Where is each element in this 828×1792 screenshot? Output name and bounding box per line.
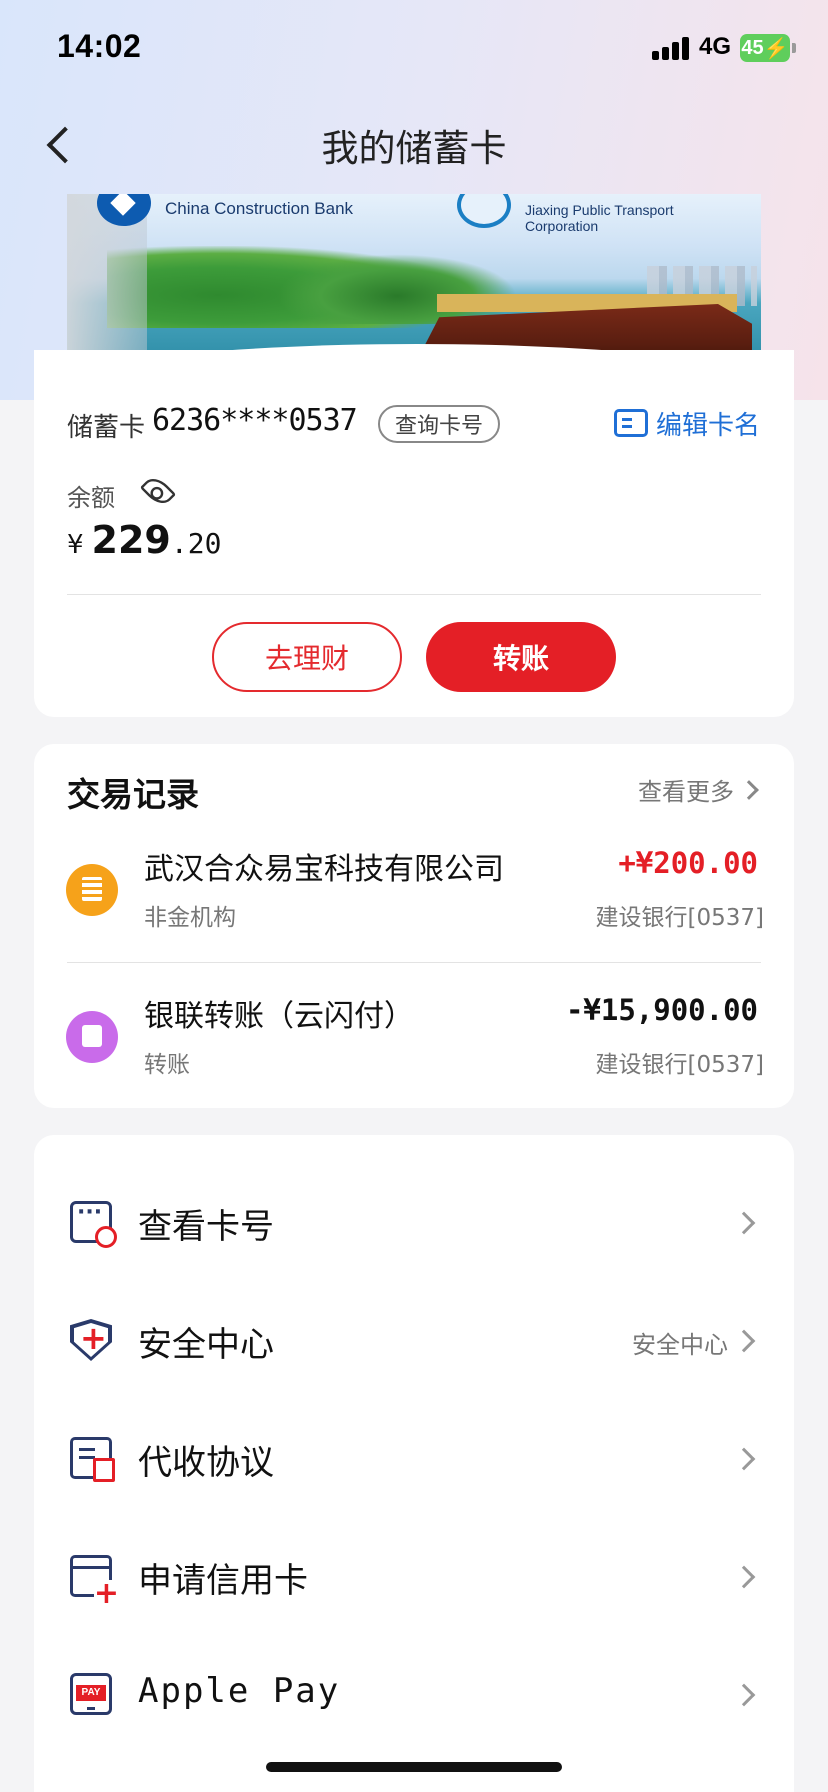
card-logos: China Construction Bank Jiaxing Public T… <box>97 194 747 234</box>
transaction-amount: +¥200.00 <box>618 846 758 880</box>
balance-integer: 229 <box>91 518 171 562</box>
building-icon <box>66 864 118 916</box>
partner-name-en: Jiaxing Public Transport Corporation <box>525 202 674 234</box>
battery-nub <box>792 43 796 53</box>
transaction-account: 建设银行[0537] <box>595 1052 764 1078</box>
transaction-row[interactable]: 银联转账（云闪付） 转账 -¥15,900.00 建设银行[0537] <box>34 973 794 1103</box>
transaction-category: 非金机构 <box>144 905 236 931</box>
transaction-account: 建设银行[0537] <box>595 905 764 931</box>
transaction-amount: -¥15,900.00 <box>565 993 758 1027</box>
chevron-right-icon <box>732 1447 756 1471</box>
battery-icon: 45 ⚡ <box>740 34 790 62</box>
chevron-right-icon <box>732 1683 756 1707</box>
divider <box>67 594 761 595</box>
menu-item-view-card-number[interactable]: 查看卡号 <box>34 1165 794 1283</box>
currency-symbol: ¥ <box>67 530 84 560</box>
chevron-right-icon <box>732 1211 756 1235</box>
menu-item-label: 申请信用卡 <box>138 1561 308 1601</box>
transaction-merchant: 武汉合众易宝科技有限公司 <box>144 852 504 887</box>
menu-item-label: 查看卡号 <box>138 1207 274 1247</box>
network-type: 4G <box>699 33 732 60</box>
home-indicator[interactable] <box>266 1762 562 1772</box>
transfer-button[interactable]: 转账 <box>426 622 616 692</box>
view-more-link[interactable]: 查看更多 <box>638 772 759 807</box>
transactions-title: 交易记录 <box>67 775 199 814</box>
eye-icon[interactable] <box>139 472 177 510</box>
invest-button[interactable]: 去理财 <box>212 622 402 692</box>
balance-amount: ¥ 229 .20 <box>67 518 221 562</box>
battery-level: 45 <box>741 36 764 59</box>
query-card-number-button[interactable]: 查询卡号 <box>378 405 500 443</box>
edit-card-name-button[interactable]: 编辑卡名 <box>614 406 761 441</box>
transactions-panel: 交易记录 查看更多 武汉合众易宝科技有限公司 非金机构 +¥200.00 建设银… <box>34 744 794 1108</box>
account-type-label: 储蓄卡 <box>67 413 146 443</box>
transaction-merchant: 银联转账（云闪付） <box>144 999 414 1034</box>
transport-logo-icon <box>457 194 511 228</box>
edit-icon <box>614 409 648 437</box>
edit-card-name-label: 编辑卡名 <box>656 410 761 441</box>
balance-label: 余额 <box>67 484 115 512</box>
transaction-row[interactable]: 武汉合众易宝科技有限公司 非金机构 +¥200.00 建设银行[0537] <box>34 826 794 956</box>
services-menu: 查看卡号 安全中心 安全中心 代收协议 申请信用卡 Apple Pay <box>34 1135 794 1792</box>
page-title: 我的储蓄卡 <box>321 127 507 170</box>
menu-item-security-center[interactable]: 安全中心 安全中心 <box>34 1283 794 1401</box>
status-bar: 14:02 4G 45 ⚡ <box>0 0 828 100</box>
menu-item-label: 代收协议 <box>138 1443 274 1483</box>
menu-item-apply-credit-card[interactable]: 申请信用卡 <box>34 1519 794 1637</box>
card-number: 6236****0537 <box>152 403 358 438</box>
menu-item-label: 安全中心 <box>138 1325 274 1365</box>
bank-name-en: China Construction Bank <box>165 199 354 218</box>
chevron-right-icon <box>732 1565 756 1589</box>
card-view-icon <box>70 1200 117 1248</box>
chevron-right-icon <box>739 779 759 800</box>
menu-item-apple-pay[interactable]: Apple Pay <box>34 1637 794 1755</box>
transaction-category: 转账 <box>144 1052 190 1078</box>
ccb-logo-icon <box>97 194 151 226</box>
status-time: 14:02 <box>57 28 142 64</box>
shield-icon <box>70 1319 112 1361</box>
chevron-right-icon <box>732 1329 756 1353</box>
document-icon <box>70 1437 115 1482</box>
add-card-icon <box>70 1555 119 1608</box>
shopping-bag-icon <box>66 1011 118 1063</box>
menu-item-hint: 安全中心 <box>632 1331 728 1359</box>
menu-item-collection-agreement[interactable]: 代收协议 <box>34 1401 794 1519</box>
card-art-trees-2 <box>277 254 517 324</box>
signal-icon <box>652 36 692 60</box>
card-face-image[interactable]: China Construction Bank Jiaxing Public T… <box>67 194 761 370</box>
divider <box>67 962 761 963</box>
view-more-label: 查看更多 <box>638 778 734 806</box>
phone-pay-icon <box>70 1673 112 1715</box>
account-panel: 储蓄卡 6236****0537 查询卡号 编辑卡名 余额 ¥ 229 .20 … <box>34 350 794 717</box>
menu-item-label: Apple Pay <box>138 1671 341 1711</box>
balance-decimal: .20 <box>170 527 222 560</box>
